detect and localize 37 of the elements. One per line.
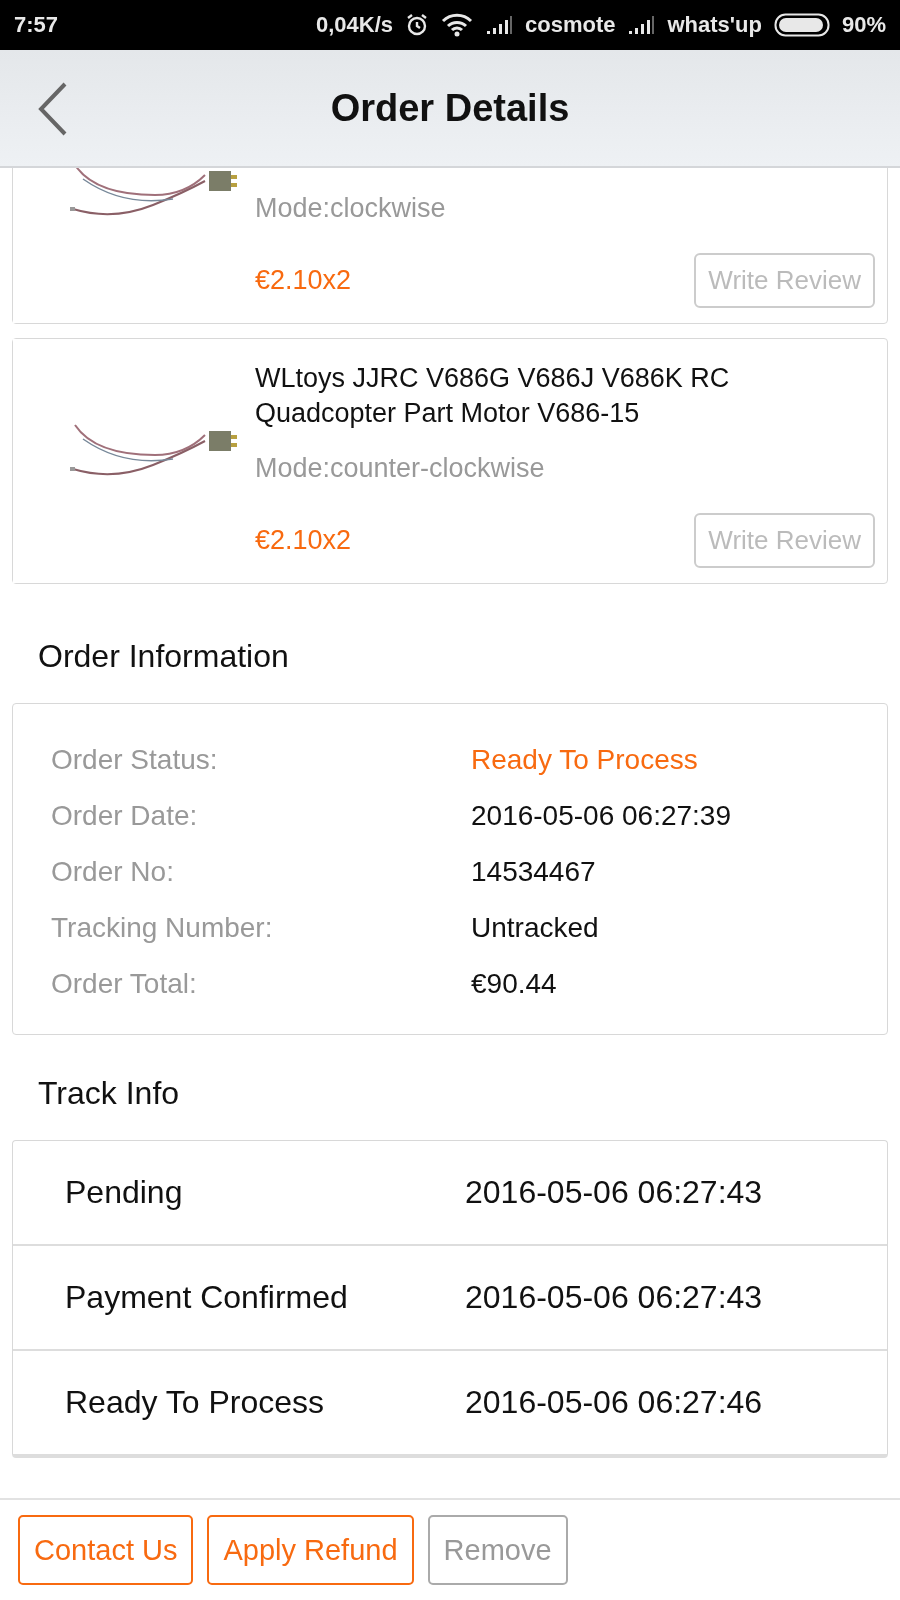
action-button[interactable]: Contact Us bbox=[18, 1515, 194, 1585]
info-label: Order Status: bbox=[51, 743, 219, 777]
back-icon[interactable] bbox=[38, 82, 68, 136]
info-value: €90.44 bbox=[471, 967, 557, 1001]
info-value: 14534467 bbox=[471, 855, 596, 889]
wifi-icon bbox=[441, 13, 473, 37]
info-label: Order No: bbox=[51, 855, 175, 889]
product-name[interactable]: WLtoys JJRC V686G V686J V686K RC Quadcopter Part Motor V686-15 bbox=[255, 361, 875, 433]
section-heading: Track Info bbox=[37, 1074, 181, 1113]
info-value: 2016-05-06 06:27:39 bbox=[471, 799, 731, 833]
track-status: Pending bbox=[65, 1174, 184, 1211]
product-price: €2.10x2 bbox=[255, 525, 352, 556]
track-time: 2016-05-06 06:27:43 bbox=[465, 1174, 763, 1211]
carrier-name: cosmote bbox=[525, 12, 616, 38]
track-status: Payment Confirmed bbox=[65, 1279, 349, 1316]
info-value: Untracked bbox=[471, 911, 599, 945]
track-time: 2016-05-06 06:27:46 bbox=[465, 1384, 763, 1421]
battery-icon bbox=[773, 12, 830, 38]
product-price: €2.10x2 bbox=[255, 265, 352, 296]
clock-time: 7:57 bbox=[14, 12, 59, 38]
carrier-name: whats'up bbox=[667, 12, 762, 38]
page-title: Order Details bbox=[329, 86, 571, 130]
signal-icon bbox=[485, 14, 513, 36]
info-label: Order Date: bbox=[51, 799, 199, 833]
alarm-clock-icon bbox=[405, 13, 429, 37]
info-label: Order Total: bbox=[51, 967, 198, 1001]
track-status: Ready To Process bbox=[65, 1384, 326, 1421]
section-heading: Order Information bbox=[37, 637, 290, 676]
info-label: Tracking Number: bbox=[51, 911, 274, 945]
product-mode: Mode:counter-clockwise bbox=[255, 453, 546, 485]
signal-icon bbox=[627, 14, 656, 36]
battery-percent: 90% bbox=[841, 12, 886, 38]
action-button[interactable]: Apply Refund bbox=[207, 1515, 414, 1585]
network-speed: 0,04K/s bbox=[315, 12, 393, 38]
status-value: Ready To Process bbox=[471, 743, 698, 777]
product-mode: Mode:clockwise bbox=[255, 193, 447, 225]
track-time: 2016-05-06 06:27:43 bbox=[465, 1279, 763, 1316]
